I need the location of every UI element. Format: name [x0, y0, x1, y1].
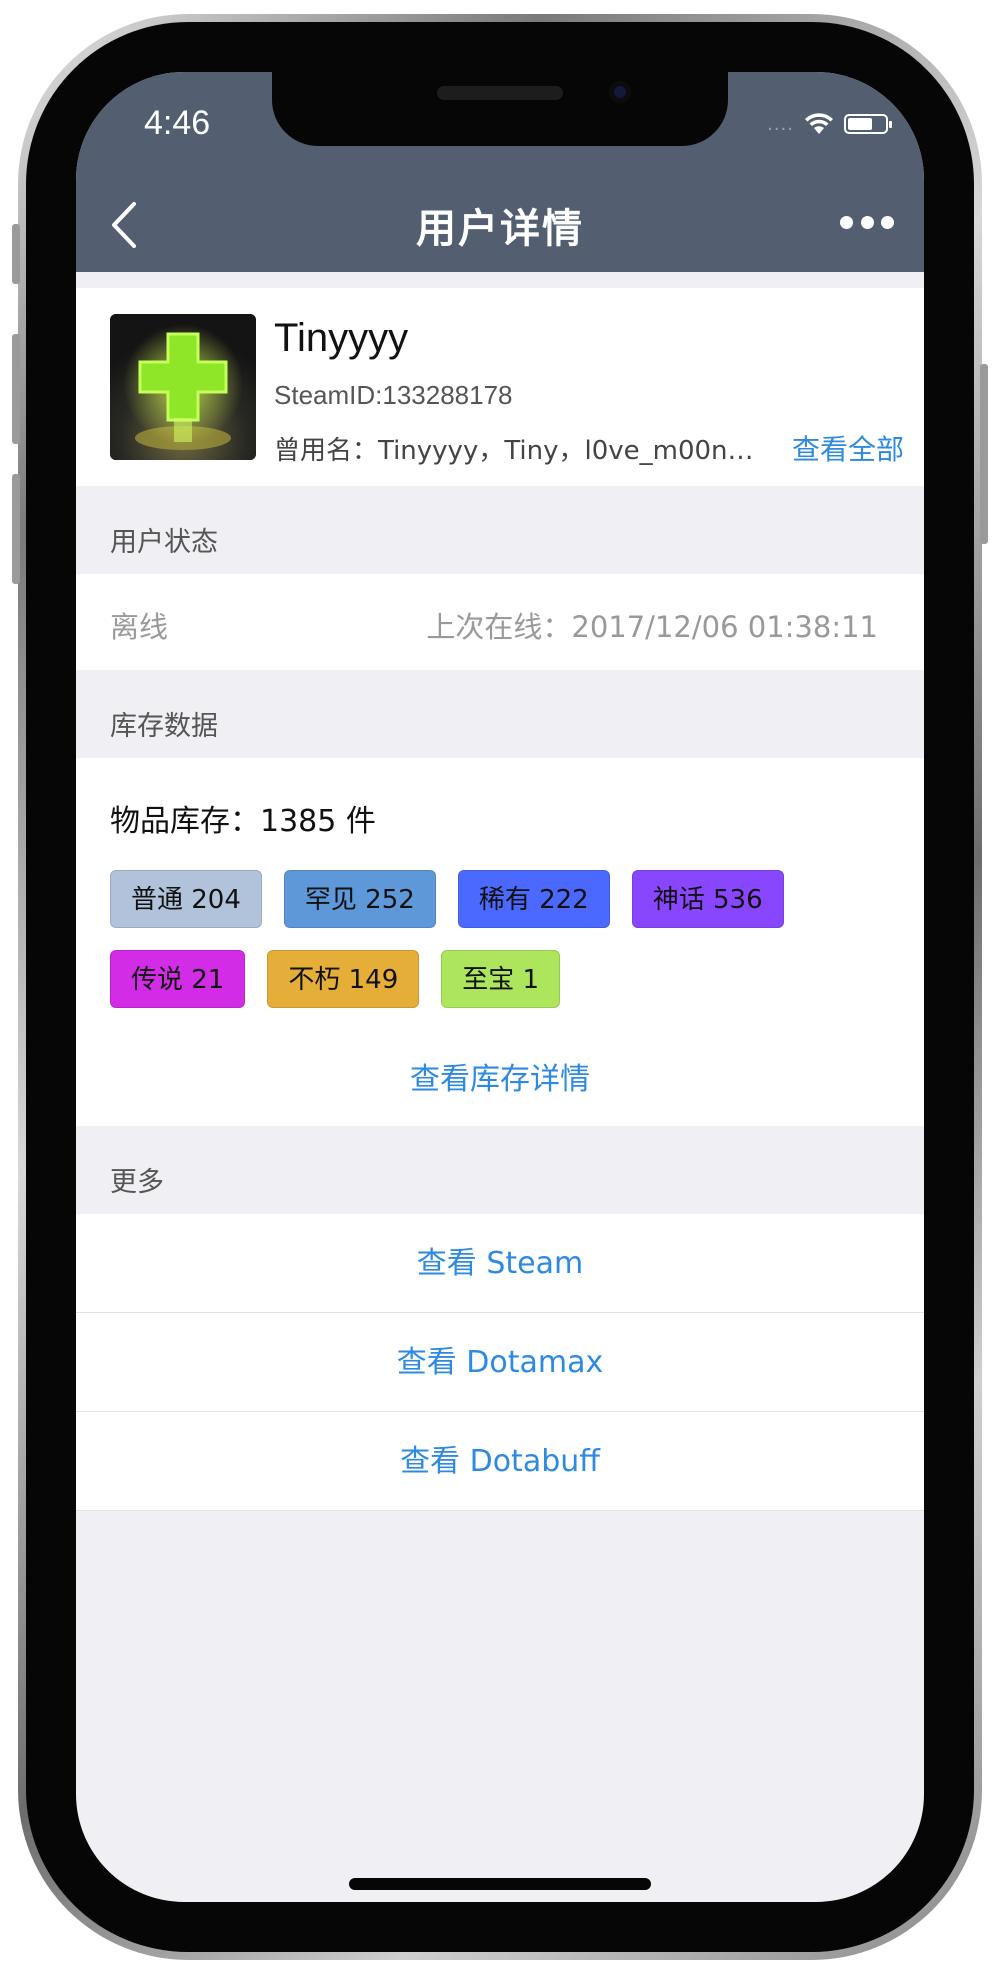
view-dotabuff-link[interactable]: 查看 Dotabuff: [76, 1412, 924, 1511]
view-steam-link[interactable]: 查看 Steam: [76, 1214, 924, 1313]
status-time: 4:46: [144, 104, 211, 142]
mute-switch: [12, 224, 20, 284]
screen: 4:46 .... 用户详情 Tinyyyy SteamID:133288178…: [76, 72, 924, 1902]
volume-up-button: [12, 334, 20, 444]
rarity-tag[interactable]: 稀有 222: [457, 870, 610, 928]
last-online-time: 上次在线：2017/12/06 01:38:11: [426, 610, 878, 644]
volume-down-button: [12, 474, 20, 584]
username: Tinyyyy: [274, 316, 409, 360]
inventory-count: 物品库存：1385 件: [110, 804, 376, 839]
rarity-tag[interactable]: 神话 536: [631, 870, 784, 928]
status-indicators: ....: [767, 112, 892, 136]
online-status: 离线: [110, 610, 169, 644]
inventory-card: 物品库存：1385 件 普通 204 罕见 252 稀有 222 神话 536 传说 2…: [76, 758, 924, 1126]
signal-icon: ....: [767, 113, 794, 135]
more-header: 更多: [110, 1167, 164, 1198]
user-status-card: 离线 上次在线：2017/12/06 01:38:11: [76, 574, 924, 670]
more-dots-icon[interactable]: [840, 214, 894, 230]
rarity-tag[interactable]: 至宝 1: [441, 950, 561, 1008]
rarity-tag[interactable]: 普通 204: [110, 870, 262, 928]
battery-icon: [844, 114, 892, 134]
avatar[interactable]: [110, 314, 256, 460]
speaker-grille: [437, 86, 563, 100]
home-indicator[interactable]: [349, 1878, 651, 1890]
page-title: 用户详情: [416, 206, 584, 252]
view-all-aliases-link[interactable]: 查看全部: [792, 428, 904, 468]
user-status-header: 用户状态: [110, 527, 218, 558]
rarity-tags: 普通 204 罕见 252 稀有 222 神话 536 传说 21 不朽 149 至宝 1: [110, 870, 870, 1008]
rarity-tag[interactable]: 传说 21: [110, 950, 246, 1008]
alias-list: 曾用名：Tinyyyy，Tiny，l0ve_m00n…: [274, 436, 754, 466]
wifi-icon: [805, 113, 833, 134]
rarity-tag[interactable]: 罕见 252: [283, 870, 436, 928]
profile-card: Tinyyyy SteamID:133288178 曾用名：Tinyyyy，Ti…: [76, 288, 924, 486]
front-camera: [609, 81, 631, 103]
rarity-tag[interactable]: 不朽 149: [267, 950, 420, 1008]
power-button: [980, 364, 988, 544]
view-dotamax-link[interactable]: 查看 Dotamax: [76, 1313, 924, 1412]
inventory-header: 库存数据: [110, 711, 218, 742]
steam-id: SteamID:133288178: [274, 380, 513, 410]
inventory-detail-link[interactable]: 查看库存详情: [76, 1054, 924, 1098]
avatar-image: [110, 314, 256, 460]
notch: [272, 72, 728, 146]
